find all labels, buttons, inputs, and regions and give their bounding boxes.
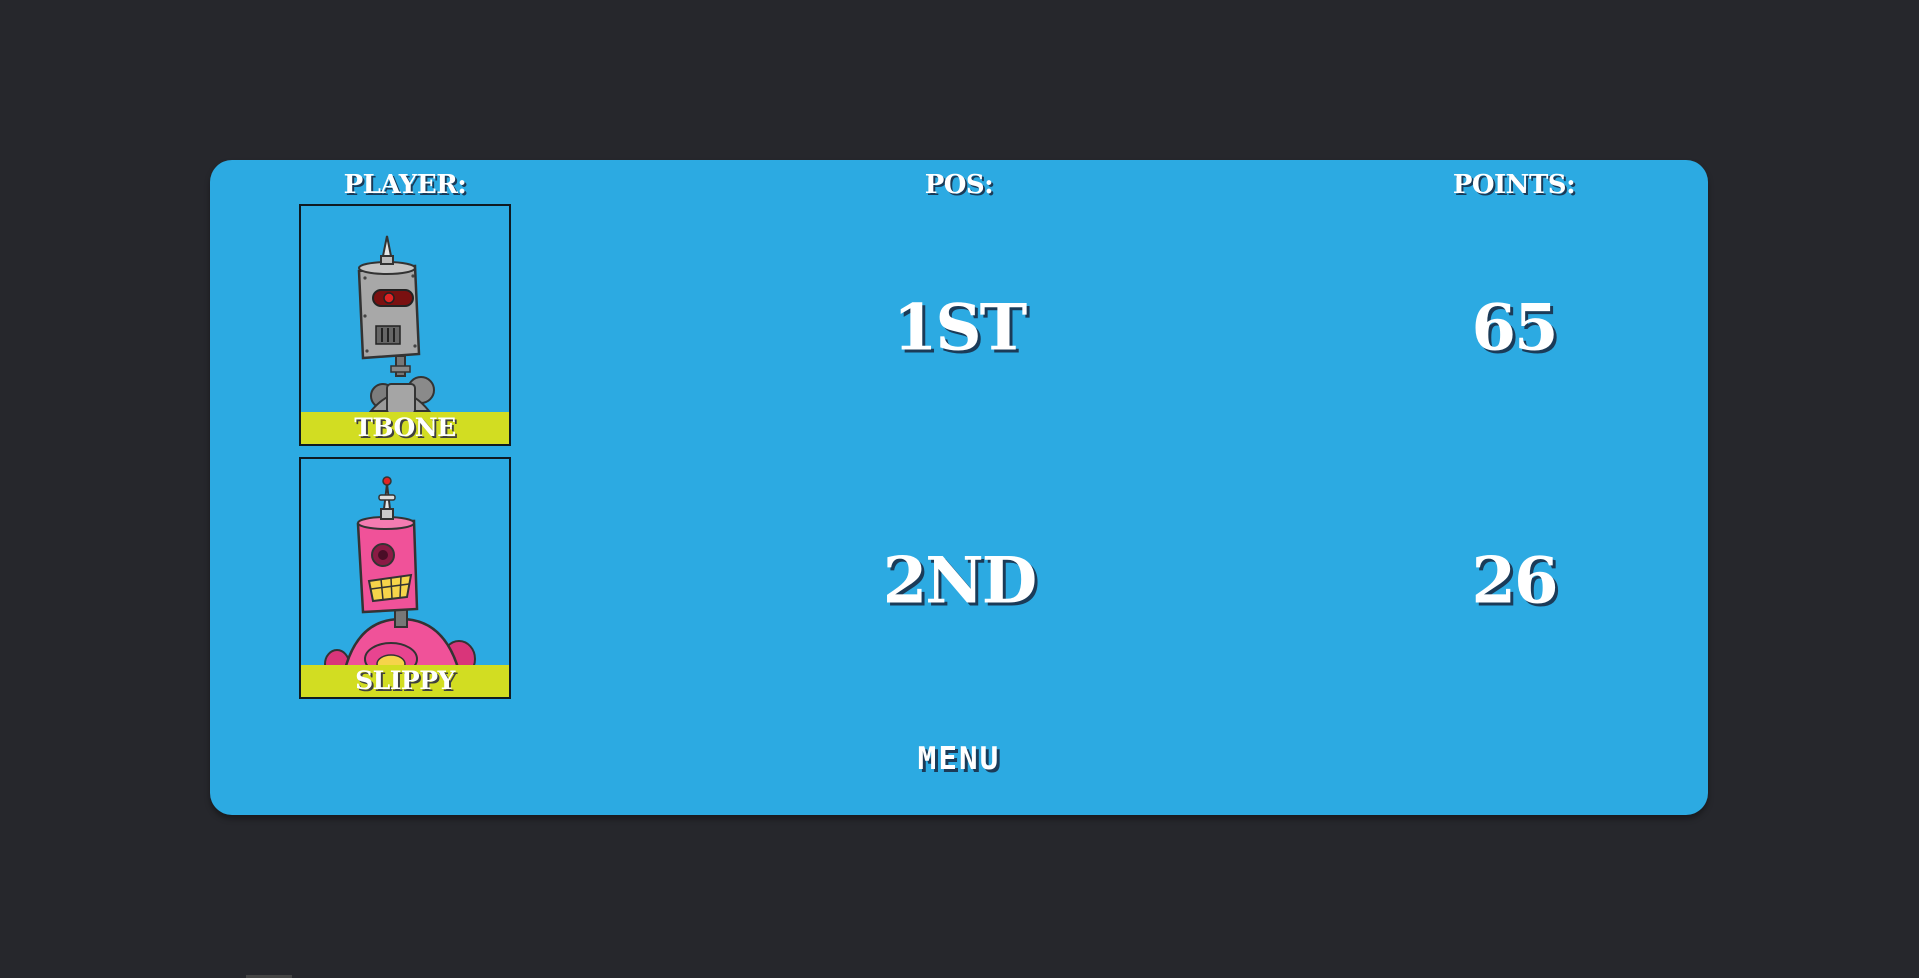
points-column-header: POINTS: xyxy=(1452,170,1576,200)
player-name: SLIPPY xyxy=(301,665,509,697)
player-card-slippy: SLIPPY xyxy=(299,457,511,699)
pink-robot-avatar xyxy=(324,476,476,691)
position-value: 1ST xyxy=(892,290,1027,366)
player-column-header: PLAYER: xyxy=(343,170,467,200)
menu-button[interactable]: MENU xyxy=(908,737,1011,781)
player-card-tbone: TBONE xyxy=(299,204,511,446)
position-value: 2ND xyxy=(882,543,1038,619)
pos-column-header: POS: xyxy=(924,170,994,200)
player-name: TBONE xyxy=(301,412,509,444)
scoreboard-panel: PLAYER: POS: POINTS: TBONE 1ST 65 SLIPPY… xyxy=(210,160,1708,815)
grey-robot-avatar xyxy=(357,235,435,415)
points-value: 65 xyxy=(1471,290,1558,366)
points-value: 26 xyxy=(1471,543,1558,619)
